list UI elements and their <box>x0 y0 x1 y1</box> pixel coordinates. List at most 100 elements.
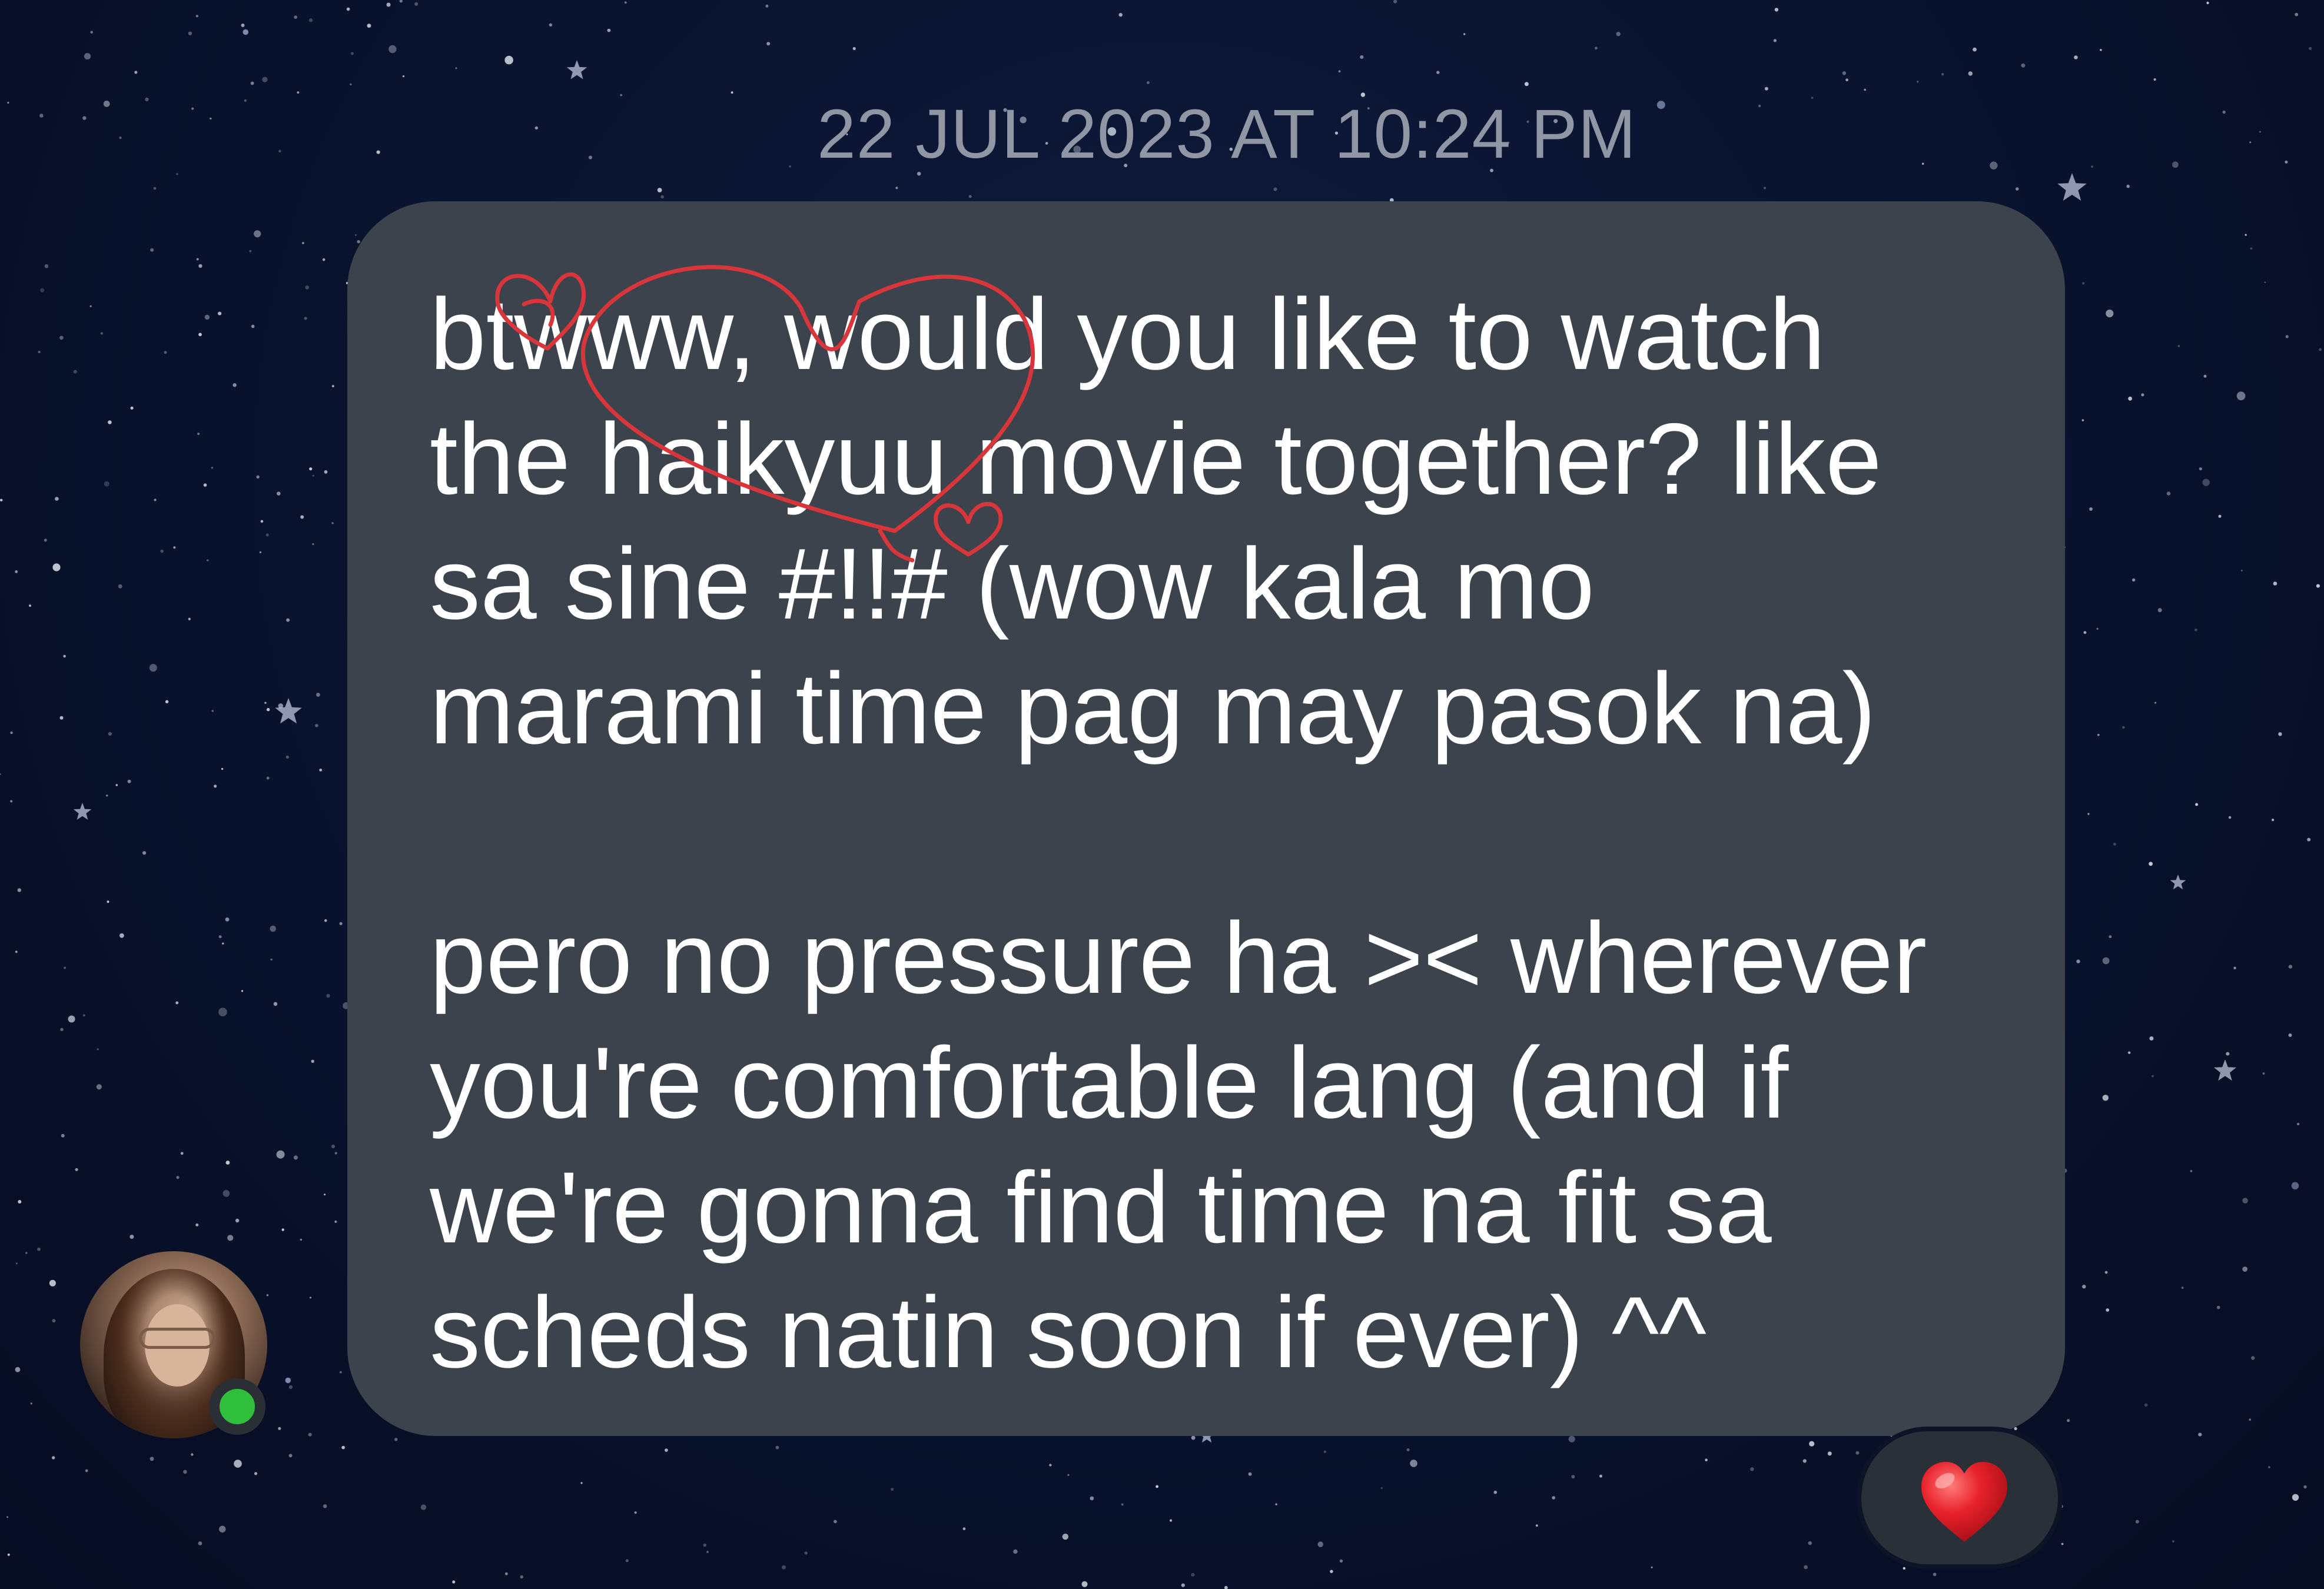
star <box>104 481 109 487</box>
star <box>188 31 192 35</box>
star <box>2082 1285 2086 1289</box>
star <box>59 335 64 340</box>
star <box>197 433 200 436</box>
star <box>2135 1520 2139 1524</box>
star <box>402 75 405 78</box>
star <box>227 1235 234 1241</box>
star <box>1705 1458 1708 1461</box>
star <box>1968 71 1973 76</box>
star <box>319 769 323 772</box>
star <box>2240 570 2243 571</box>
star <box>1191 1573 1195 1577</box>
star <box>1049 1464 1052 1467</box>
star <box>149 664 157 672</box>
star <box>1118 13 1123 17</box>
star <box>1081 1581 1088 1587</box>
star <box>266 708 270 712</box>
star <box>1973 47 1977 52</box>
star <box>2203 374 2207 378</box>
star <box>288 1454 293 1458</box>
star <box>2087 813 2090 815</box>
star <box>703 1543 707 1547</box>
star <box>278 1427 281 1430</box>
star <box>2127 1051 2131 1054</box>
star <box>281 1228 284 1231</box>
star <box>2109 935 2112 939</box>
message-bubble[interactable]: btwww, would you like to watch the haiky… <box>347 201 2065 1436</box>
star <box>2014 1427 2017 1431</box>
star <box>455 67 457 69</box>
star <box>15 950 18 953</box>
star-shape-icon <box>2170 875 2186 890</box>
star <box>100 332 103 335</box>
star <box>389 45 397 54</box>
star <box>273 1002 278 1006</box>
star <box>44 264 49 268</box>
star <box>2106 1308 2110 1312</box>
star <box>223 1190 230 1197</box>
star-shape-icon <box>275 698 302 724</box>
star <box>1568 1435 1575 1442</box>
star <box>305 285 310 290</box>
star <box>308 1432 312 1437</box>
star <box>52 1456 55 1460</box>
star <box>2021 63 2026 68</box>
star <box>37 1247 41 1251</box>
star <box>2292 1494 2299 1501</box>
star <box>118 584 122 589</box>
star <box>75 1168 78 1171</box>
star <box>10 731 13 734</box>
star <box>334 1220 337 1223</box>
star-shape-icon <box>73 803 92 820</box>
star <box>165 700 169 704</box>
star <box>2153 78 2156 81</box>
star <box>29 604 31 607</box>
star <box>1764 87 1768 91</box>
star <box>17 888 21 892</box>
star <box>82 1014 85 1017</box>
star <box>852 46 856 51</box>
star <box>1013 1549 1018 1554</box>
star <box>2309 46 2312 50</box>
star <box>309 467 313 471</box>
star <box>2067 1419 2070 1422</box>
star <box>731 91 733 94</box>
star <box>243 29 249 35</box>
star <box>300 515 304 519</box>
star <box>2074 55 2078 59</box>
star <box>394 1438 398 1441</box>
star <box>357 240 360 244</box>
star <box>331 385 334 388</box>
star <box>2226 1052 2230 1056</box>
star <box>198 333 202 337</box>
star <box>420 1504 427 1510</box>
star <box>1463 33 1466 35</box>
star <box>265 533 269 537</box>
star <box>241 990 244 992</box>
star <box>782 1565 786 1570</box>
star <box>218 1008 227 1016</box>
star <box>2104 1271 2108 1274</box>
star <box>2128 396 2133 401</box>
star <box>2245 234 2247 236</box>
star <box>2106 310 2114 318</box>
star <box>160 549 164 553</box>
star <box>150 248 154 252</box>
star <box>2250 247 2253 250</box>
star <box>312 543 314 546</box>
star <box>324 1194 326 1196</box>
star <box>2061 1543 2064 1545</box>
star <box>222 942 224 945</box>
star <box>1552 1496 1556 1500</box>
star <box>2278 732 2282 736</box>
star <box>2177 345 2180 347</box>
star <box>63 654 66 658</box>
star <box>2319 348 2322 351</box>
star <box>130 406 134 410</box>
online-status-indicator <box>209 1378 265 1435</box>
message-reaction[interactable] <box>1857 1427 2063 1569</box>
star <box>40 288 45 292</box>
star <box>84 53 91 60</box>
star <box>504 55 513 65</box>
